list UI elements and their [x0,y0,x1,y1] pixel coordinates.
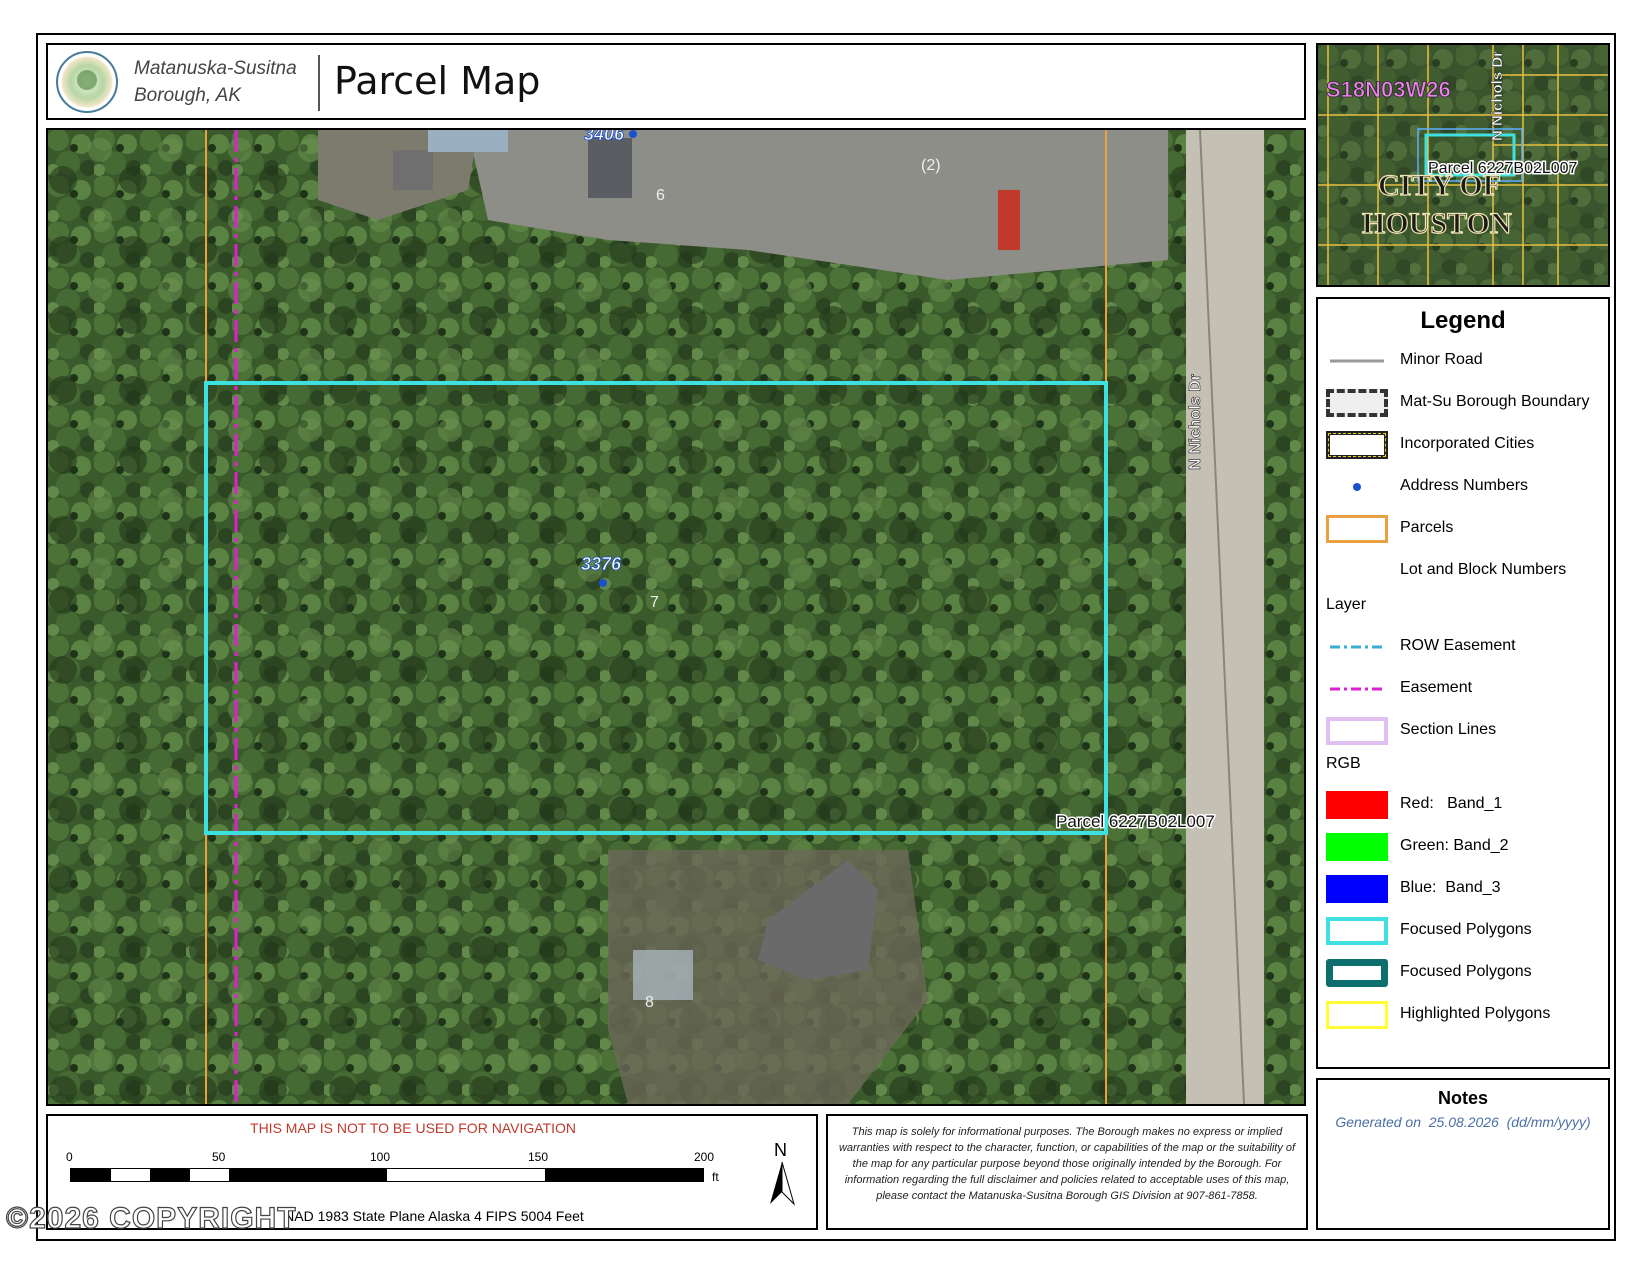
org-line-2: Borough, AK [134,85,242,106]
disclaimer-panel: This map is solely for informational pur… [826,1114,1308,1230]
lot-label-bottom: 8 [645,994,654,1011]
inset-section-label: S18N03W26 [1326,77,1451,102]
scale-tick-100: 100 [370,1150,391,1164]
blue-band-swatch [1326,875,1388,903]
locator-inset-map[interactable]: S18N03W26 N Nichols Dr CITY OF HOUSTON P… [1316,43,1610,287]
copyright-watermark: ©2026 COPYRIGHT [5,1201,297,1235]
legend-rgb-heading: RGB [1326,755,1361,772]
scale-tick-150: 150 [528,1150,549,1164]
legend-label: Red: Band_1 [1400,795,1503,812]
legend-panel: Legend Minor Road Mat-Su Borough Boundar… [1316,297,1610,1069]
scale-unit: ft [712,1170,719,1184]
red-band-swatch [1326,791,1388,819]
legend-label: Section Lines [1400,721,1497,738]
map-header: Matanuska-Susitna Borough, AK Parcel Map [46,43,1306,120]
building-top-center [588,138,632,198]
borough-boundary-icon [1326,389,1388,417]
focused-cyan-icon [1326,917,1388,945]
borough-seal-logo [56,51,118,113]
page-title: Parcel Map [334,59,541,103]
inset-road-label: N Nichols Dr [1489,51,1506,141]
section-lines-icon [1326,717,1388,745]
legend-item-highlighted: Highlighted Polygons [1326,997,1606,1033]
legend-label: Focused Polygons [1400,963,1532,980]
parcel-icon [1326,515,1388,543]
legend-label: Highlighted Polygons [1400,1005,1551,1022]
header-divider [318,55,320,111]
scale-bar [70,1168,704,1182]
inset-canvas: S18N03W26 N Nichols Dr CITY OF HOUSTON P… [1318,45,1608,285]
legend-item-focused-cyan: Focused Polygons [1326,913,1606,949]
inset-parcel-label: Parcel 6227B02L007 [1428,160,1578,177]
aerial-map[interactable]: 3406 3376 6 (2) 7 8 N Nichols Dr Parcel … [46,128,1306,1106]
inset-city-line-2: HOUSTON [1362,207,1512,240]
legend-item-lot-block: Lot and Block Numbers [1326,553,1606,589]
legend-layer-heading: Layer [1326,596,1367,613]
road-surface [1186,130,1264,1104]
easement-icon [1330,687,1384,691]
notes-title: Notes [1437,1088,1488,1108]
legend-item-minor-road: Minor Road [1326,343,1606,379]
legend-item-borough-boundary: Mat-Su Borough Boundary [1326,385,1606,421]
forest-east [1264,130,1304,1104]
legend-label: Green: Band_2 [1400,837,1509,854]
scale-tick-50: 50 [212,1150,226,1164]
legend-label: Blue: Band_3 [1400,879,1501,896]
legend-label: Easement [1400,679,1473,696]
address-dot-3376 [599,579,607,587]
lot-label-top: 6 [656,187,665,204]
scale-tick-200: 200 [694,1150,715,1164]
legend-item-section-lines: Section Lines [1326,713,1606,749]
north-label: N [774,1140,787,1160]
legend-item-blue-band: Blue: Band_3 [1326,871,1606,907]
parcel-label: Parcel 6227B02L007 [1056,812,1215,831]
north-arrow-icon: N [770,1140,796,1206]
legend-item-red-band: Red: Band_1 [1326,787,1606,823]
legend-label: Minor Road [1400,351,1483,368]
legend-item-row-easement: ROW Easement [1326,629,1606,665]
disclaimer-text: This map is solely for informational pur… [838,1126,1296,1202]
debris-south [633,950,693,1000]
building-top-left [393,150,433,190]
navigation-warning: THIS MAP IS NOT TO BE USED FOR NAVIGATIO… [250,1120,576,1136]
address-dot-3406 [629,130,637,138]
legend-item-parcels: Parcels [1326,511,1606,547]
red-vehicle [998,190,1020,250]
lot-label-main: 7 [650,594,659,611]
legend-item-focused-teal: Focused Polygons [1326,955,1606,991]
incorporated-cities-icon [1326,431,1388,459]
legend-item-incorporated-cities: Incorporated Cities [1326,427,1606,463]
address-label-main: 3376 [581,554,622,574]
organization-name: Matanuska-Susitna Borough, AK [134,55,297,109]
legend-label: Incorporated Cities [1400,435,1535,452]
row-easement-icon [1330,645,1384,649]
highlighted-polygon-icon [1326,1001,1388,1029]
legend-label: ROW Easement [1400,637,1516,654]
address-label-top: 3406 [584,130,625,144]
address-dot-icon [1353,483,1361,491]
legend-item-address-numbers: Address Numbers [1326,469,1606,505]
legend-label: Mat-Su Borough Boundary [1400,393,1590,410]
legend-item-easement: Easement [1326,671,1606,707]
building-roof-blue [428,130,508,152]
road-label: N Nichols Dr [1187,374,1204,470]
block-label: (2) [921,157,941,174]
legend-label: Focused Polygons [1400,921,1532,938]
notes-panel: Notes Generated on 25.08.2026 (dd/mm/yyy… [1316,1078,1610,1230]
legend-label: Lot and Block Numbers [1400,561,1567,578]
minor-road-icon [1330,359,1384,363]
generated-date: Generated on 25.08.2026 (dd/mm/yyyy) [1335,1114,1591,1130]
legend-label: Address Numbers [1400,477,1529,494]
aerial-map-canvas: 3406 3376 6 (2) 7 8 N Nichols Dr Parcel … [48,130,1304,1104]
legend-item-green-band: Green: Band_2 [1326,829,1606,865]
legend-label: Parcels [1400,519,1454,536]
scale-tick-0: 0 [66,1150,73,1164]
green-band-swatch [1326,833,1388,861]
legend-title: Legend [1420,307,1506,334]
org-line-1: Matanuska-Susitna [134,58,297,79]
focused-teal-icon [1326,959,1388,987]
